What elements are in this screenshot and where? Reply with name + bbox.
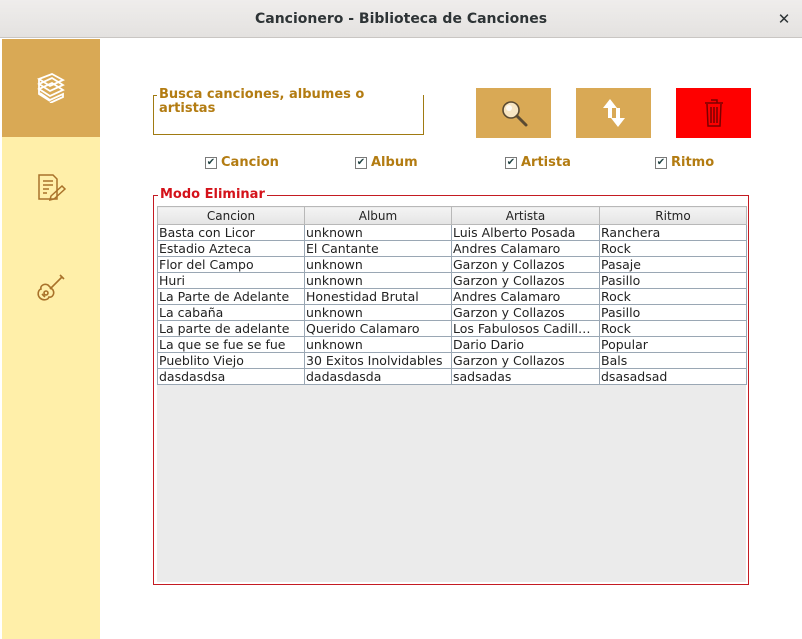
- cell-ritmo: Ranchera: [599, 224, 747, 241]
- cell-cancion: Flor del Campo: [157, 256, 305, 273]
- panel-legend: Modo Eliminar: [158, 187, 267, 202]
- window-titlebar: Cancionero - Biblioteca de Canciones ✕: [0, 0, 802, 38]
- cell-album: dadasdasda: [304, 368, 452, 385]
- cell-album: unknown: [304, 256, 452, 273]
- edit-document-icon: [38, 174, 67, 202]
- checkbox-artista[interactable]: ✔: [505, 156, 517, 169]
- cell-album: Querido Calamaro: [304, 320, 452, 337]
- cell-artista: Garzon y Collazos: [451, 256, 600, 273]
- column-header-cancion[interactable]: Cancion: [157, 206, 305, 225]
- cell-artista: sadsadas: [451, 368, 600, 385]
- cell-artista: Luis Alberto Posada: [451, 224, 600, 241]
- guitar-icon: [37, 274, 65, 301]
- swap-arrows-icon: [602, 99, 625, 127]
- cell-artista: Los Fabulosos Cadill…: [451, 320, 600, 337]
- cell-artista: Garzon y Collazos: [451, 304, 600, 321]
- cell-album: Honestidad Brutal: [304, 288, 452, 305]
- cell-album: El Cantante: [304, 240, 452, 257]
- sidebar-item-edit[interactable]: [2, 139, 100, 237]
- cell-artista: Andres Calamaro: [451, 240, 600, 257]
- cell-cancion: Estadio Azteca: [157, 240, 305, 257]
- cell-album: unknown: [304, 272, 452, 289]
- table-row[interactable]: Pueblito Viejo 30 Exitos Inolvidables Ga…: [157, 352, 747, 369]
- filter-cancion[interactable]: ✔ Cancion: [205, 155, 279, 170]
- table-row[interactable]: La Parte de Adelante Honestidad Brutal A…: [157, 288, 747, 305]
- checkbox-cancion[interactable]: ✔: [205, 156, 217, 169]
- swap-button[interactable]: [576, 88, 651, 138]
- search-field-group: Busca canciones, albumes o artistas: [153, 88, 424, 135]
- window-title: Cancionero - Biblioteca de Canciones: [254, 10, 548, 27]
- column-header-album[interactable]: Album: [304, 206, 452, 225]
- column-header-ritmo[interactable]: Ritmo: [599, 206, 747, 225]
- filter-album-label: Album: [371, 155, 418, 170]
- filter-ritmo-label: Ritmo: [671, 155, 715, 170]
- column-header-artista[interactable]: Artista: [451, 206, 600, 225]
- library-books-icon: [37, 73, 66, 103]
- filter-ritmo[interactable]: ✔ Ritmo: [655, 155, 714, 170]
- cell-artista: Andres Calamaro: [451, 288, 600, 305]
- cell-artista: Dario Dario: [451, 336, 600, 353]
- sidebar: [2, 39, 100, 639]
- songs-table-scroll[interactable]: Cancion Album Artista Ritmo Basta con Li…: [157, 206, 747, 582]
- table-row[interactable]: La que se fue se fue unknown Dario Dario…: [157, 336, 747, 353]
- cell-album: unknown: [304, 304, 452, 321]
- table-row[interactable]: dasdasdsa dadasdasda sadsadas dsasadsad: [157, 368, 747, 385]
- magnifier-icon: [501, 101, 527, 127]
- checkbox-album[interactable]: ✔: [355, 156, 367, 169]
- sidebar-item-library[interactable]: [2, 39, 100, 137]
- search-button[interactable]: [476, 88, 551, 138]
- cell-ritmo: Rock: [599, 288, 747, 305]
- cell-cancion: La cabaña: [157, 304, 305, 321]
- filter-album[interactable]: ✔ Album: [355, 155, 418, 170]
- search-input[interactable]: [158, 110, 419, 130]
- cell-cancion: Huri: [157, 272, 305, 289]
- cell-artista: Garzon y Collazos: [451, 352, 600, 369]
- checkbox-ritmo[interactable]: ✔: [655, 156, 667, 169]
- close-icon[interactable]: ✕: [774, 9, 794, 29]
- cell-ritmo: dsasadsad: [599, 368, 747, 385]
- filter-cancion-label: Cancion: [221, 155, 279, 170]
- table-header-row: Cancion Album Artista Ritmo: [157, 206, 747, 225]
- cell-cancion: La parte de adelante: [157, 320, 305, 337]
- cell-cancion: Basta con Licor: [157, 224, 305, 241]
- cell-ritmo: Pasaje: [599, 256, 747, 273]
- cell-ritmo: Rock: [599, 320, 747, 337]
- filter-artista-label: Artista: [521, 155, 571, 170]
- table-row[interactable]: Flor del Campo unknown Garzon y Collazos…: [157, 256, 747, 273]
- delete-button[interactable]: [676, 88, 751, 138]
- table-row[interactable]: Estadio Azteca El Cantante Andres Calama…: [157, 240, 747, 257]
- cell-cancion: La Parte de Adelante: [157, 288, 305, 305]
- table-row[interactable]: La parte de adelante Querido Calamaro Lo…: [157, 320, 747, 337]
- cell-album: unknown: [304, 336, 452, 353]
- trash-icon: [704, 99, 723, 127]
- table-row[interactable]: La cabaña unknown Garzon y Collazos Pasi…: [157, 304, 747, 321]
- delete-mode-panel: Modo Eliminar Cancion Album Artista Ritm…: [153, 188, 749, 585]
- cell-album: 30 Exitos Inolvidables: [304, 352, 452, 369]
- cell-ritmo: Pasillo: [599, 272, 747, 289]
- cell-ritmo: Pasillo: [599, 304, 747, 321]
- cell-cancion: dasdasdsa: [157, 368, 305, 385]
- cell-ritmo: Popular: [599, 336, 747, 353]
- cell-artista: Garzon y Collazos: [451, 272, 600, 289]
- cell-ritmo: Rock: [599, 240, 747, 257]
- cell-album: unknown: [304, 224, 452, 241]
- cell-ritmo: Bals: [599, 352, 747, 369]
- songs-table: Cancion Album Artista Ritmo Basta con Li…: [157, 206, 747, 385]
- table-row[interactable]: Huri unknown Garzon y Collazos Pasillo: [157, 272, 747, 289]
- cell-cancion: La que se fue se fue: [157, 336, 305, 353]
- sidebar-item-guitar[interactable]: [2, 239, 100, 337]
- filter-artista[interactable]: ✔ Artista: [505, 155, 571, 170]
- cell-cancion: Pueblito Viejo: [157, 352, 305, 369]
- table-row[interactable]: Basta con Licor unknown Luis Alberto Pos…: [157, 224, 747, 241]
